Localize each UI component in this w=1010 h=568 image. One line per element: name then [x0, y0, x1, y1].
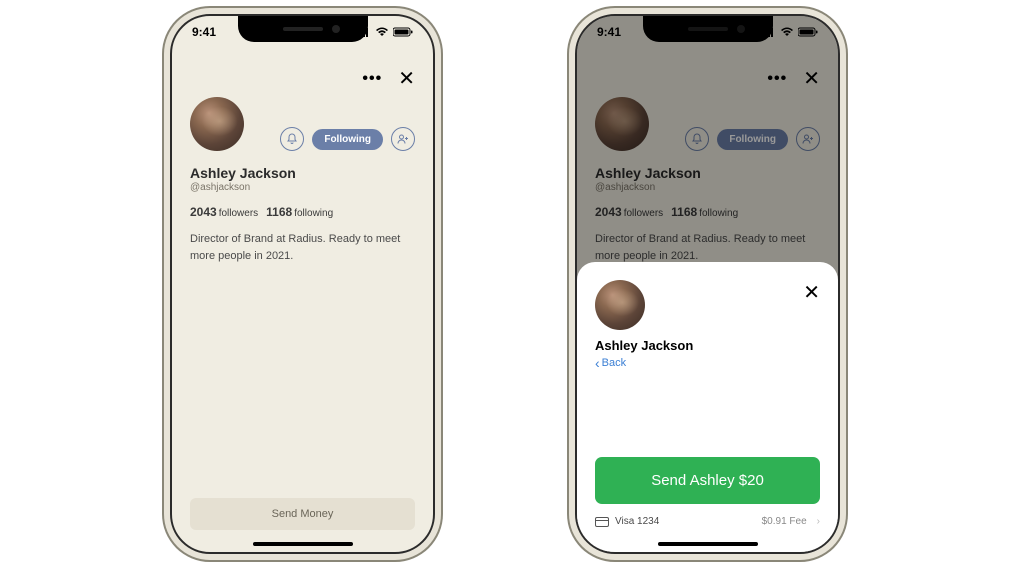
followers-count[interactable]: 2043 — [190, 205, 217, 219]
wifi-icon — [375, 27, 389, 37]
card-label: Visa 1234 — [615, 516, 659, 527]
profile-handle: @ashjackson — [190, 182, 415, 193]
add-user-icon[interactable] — [391, 127, 415, 151]
sheet-close-icon[interactable]: ✕ — [803, 280, 820, 305]
send-button[interactable]: Send Ashley $20 — [595, 457, 820, 504]
phone-send-sheet: 9:41 ••• ✕ Following Ashley Jackson @ash… — [575, 14, 840, 554]
send-money-sheet: ✕ Ashley Jackson Back Send Ashley $20 Vi… — [577, 262, 838, 552]
sheet-recipient-name: Ashley Jackson — [595, 338, 820, 353]
following-button[interactable]: Following — [312, 129, 383, 150]
phone-profile: 9:41 ••• ✕ Following Ashley Jackson @ash… — [170, 14, 435, 554]
home-indicator[interactable] — [658, 542, 758, 546]
profile-bio: Director of Brand at Radius. Ready to me… — [190, 231, 415, 264]
profile-stats: 2043followers1168following — [190, 205, 415, 219]
card-icon — [595, 517, 609, 527]
payment-method-row[interactable]: Visa 1234 $0.91 Fee › — [595, 516, 820, 527]
fee-label: $0.91 Fee — [762, 516, 807, 527]
home-indicator[interactable] — [253, 542, 353, 546]
bell-icon[interactable] — [280, 127, 304, 151]
back-link[interactable]: Back — [595, 355, 820, 371]
close-icon[interactable]: ✕ — [398, 66, 415, 91]
profile-name: Ashley Jackson — [190, 165, 415, 181]
profile-content: ••• ✕ Following Ashley Jackson @ashjacks… — [172, 54, 433, 552]
sheet-avatar — [595, 280, 645, 330]
send-money-button[interactable]: Send Money — [190, 498, 415, 530]
more-icon[interactable]: ••• — [362, 70, 382, 88]
avatar[interactable] — [190, 97, 244, 151]
battery-icon — [393, 27, 413, 37]
status-time: 9:41 — [192, 25, 216, 39]
notch — [238, 16, 368, 42]
chevron-right-icon: › — [817, 516, 820, 527]
following-count[interactable]: 1168 — [266, 205, 292, 219]
